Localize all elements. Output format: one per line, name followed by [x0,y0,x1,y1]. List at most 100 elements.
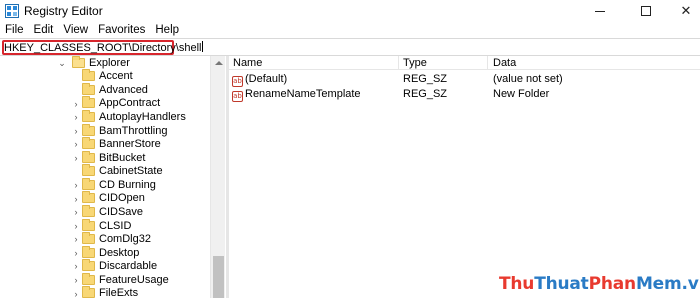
address-input[interactable]: HKEY_CLASSES_ROOT\Directory\shell [4,41,204,54]
chevron-right-icon[interactable]: › [72,194,80,203]
tree-item[interactable]: › CIDOpen [72,191,145,206]
chevron-right-icon[interactable]: › [72,181,80,190]
tree-item[interactable]: › ComDlg32 [72,232,151,246]
tree-item[interactable]: › Desktop [72,245,139,260]
folder-icon [82,110,95,123]
list-header: Name Type Data [229,56,700,70]
string-value-icon: ab [232,91,243,102]
menu-help[interactable]: Help [150,22,184,38]
close-icon: ✕ [680,3,692,18]
tree-item[interactable]: › BannerStore [72,137,161,151]
tree-item[interactable]: › BitBucket [72,150,145,165]
chevron-right-icon[interactable]: › [72,208,80,217]
chevron-down-icon[interactable]: ⌄ [58,59,66,68]
chevron-right-icon[interactable]: › [72,140,80,149]
text-caret [202,41,204,52]
tree-node: CIDOpen [82,191,145,204]
tree-node: CIDSave [82,204,143,218]
watermark-part: Mem [635,274,682,294]
key-tree[interactable]: ⌄ Explorer Accent Advanced › AppContract › Au… [0,56,226,298]
tree-item-label: FileExts [99,287,139,298]
tree-node: Advanced [82,82,148,96]
tree-item[interactable]: › FeatureUsage [72,272,169,287]
values-list[interactable]: Name Type Data ab (Default) REG_SZ (value… [229,56,700,298]
folder-icon [82,177,95,190]
string-value-icon: ab [232,76,243,87]
menu-favorites[interactable]: Favorites [93,22,150,38]
value-data: New Folder [493,88,550,100]
scroll-thumb[interactable] [213,256,224,298]
folder-icon [82,96,95,109]
chevron-right-icon[interactable]: › [72,126,80,135]
chevron-right-icon[interactable]: › [72,153,80,162]
maximize-button[interactable] [626,0,666,22]
tree-item[interactable]: CabinetState [72,164,163,179]
value-type: REG_SZ [403,88,448,100]
tree-item[interactable]: › BamThrottling [72,123,167,138]
tree-item[interactable]: › AppContract [72,96,160,111]
tree-node: Explorer [72,56,130,69]
folder-icon [82,259,95,272]
value-name-text: RenameNameTemplate [245,88,361,100]
scroll-up-arrow[interactable] [211,56,226,70]
chevron-right-icon[interactable]: › [72,99,80,108]
tree-item-label: BamThrottling [99,124,168,137]
tree-item[interactable]: › FileExts [72,286,138,298]
value-row[interactable]: ab (Default) REG_SZ (value not set) [229,72,700,87]
value-name: ab RenameNameTemplate [232,88,361,102]
tree-item-label: ComDlg32 [99,233,151,246]
tree-item[interactable]: › CLSID [72,218,131,233]
column-divider[interactable] [398,56,399,70]
tree-node: ComDlg32 [82,232,151,246]
tree-item-label: BitBucket [99,151,146,164]
folder-icon [82,191,95,204]
tree-item[interactable]: › AutoplayHandlers [72,110,186,124]
tree-item-explorer[interactable]: ⌄ Explorer [58,56,130,70]
chevron-right-icon[interactable]: › [72,235,80,244]
chevron-right-icon[interactable]: › [72,262,80,271]
watermark-part: Thuat [534,274,589,294]
tree-node: FeatureUsage [82,272,169,286]
tree-item-label: AppContract [99,97,161,110]
folder-icon [82,272,95,285]
column-name[interactable]: Name [233,57,262,69]
tree-item[interactable]: › CD Burning [72,177,156,192]
tree-item[interactable]: Accent [72,69,133,84]
tree-node: CLSID [82,218,131,232]
chevron-right-icon[interactable]: › [72,276,80,285]
folder-icon [82,150,95,163]
chevron-right-icon[interactable]: › [72,289,80,298]
tree-item-label: Desktop [99,246,140,259]
tree-node: FileExts [82,286,139,298]
tree-item[interactable]: Advanced [72,82,148,97]
chevron-right-icon[interactable]: › [72,248,80,257]
folder-icon [82,82,95,95]
menu-file[interactable]: File [0,22,29,38]
folder-icon [82,232,95,245]
folder-open-icon [72,56,85,68]
minimize-button[interactable] [580,0,620,22]
tree-item[interactable]: › CIDSave [72,204,143,219]
tree-scrollbar[interactable] [210,56,225,298]
column-divider[interactable] [487,56,488,70]
chevron-right-icon[interactable]: › [72,113,80,122]
column-data[interactable]: Data [493,57,516,69]
tree-item[interactable]: › Discardable [72,259,157,273]
tree-node: CD Burning [82,177,156,191]
tree-node: Desktop [82,245,140,259]
tree-item-label: AutoplayHandlers [99,111,186,124]
column-type[interactable]: Type [403,57,427,69]
tree-node: BannerStore [82,137,161,150]
value-data: (value not set) [493,73,563,85]
chevron-right-icon[interactable]: › [72,221,80,230]
menu-view[interactable]: View [58,22,93,38]
tree-node: AppContract [82,96,161,110]
close-button[interactable]: ✕ [666,0,700,22]
value-row[interactable]: ab RenameNameTemplate REG_SZ New Folder [229,87,700,102]
menu-edit[interactable]: Edit [29,22,59,38]
watermark-part: Phan [588,274,637,294]
minimize-icon [595,10,605,12]
value-type: REG_SZ [403,73,448,85]
tree-item-label: FeatureUsage [99,273,169,286]
title-bar: Registry Editor ✕ [0,0,700,22]
